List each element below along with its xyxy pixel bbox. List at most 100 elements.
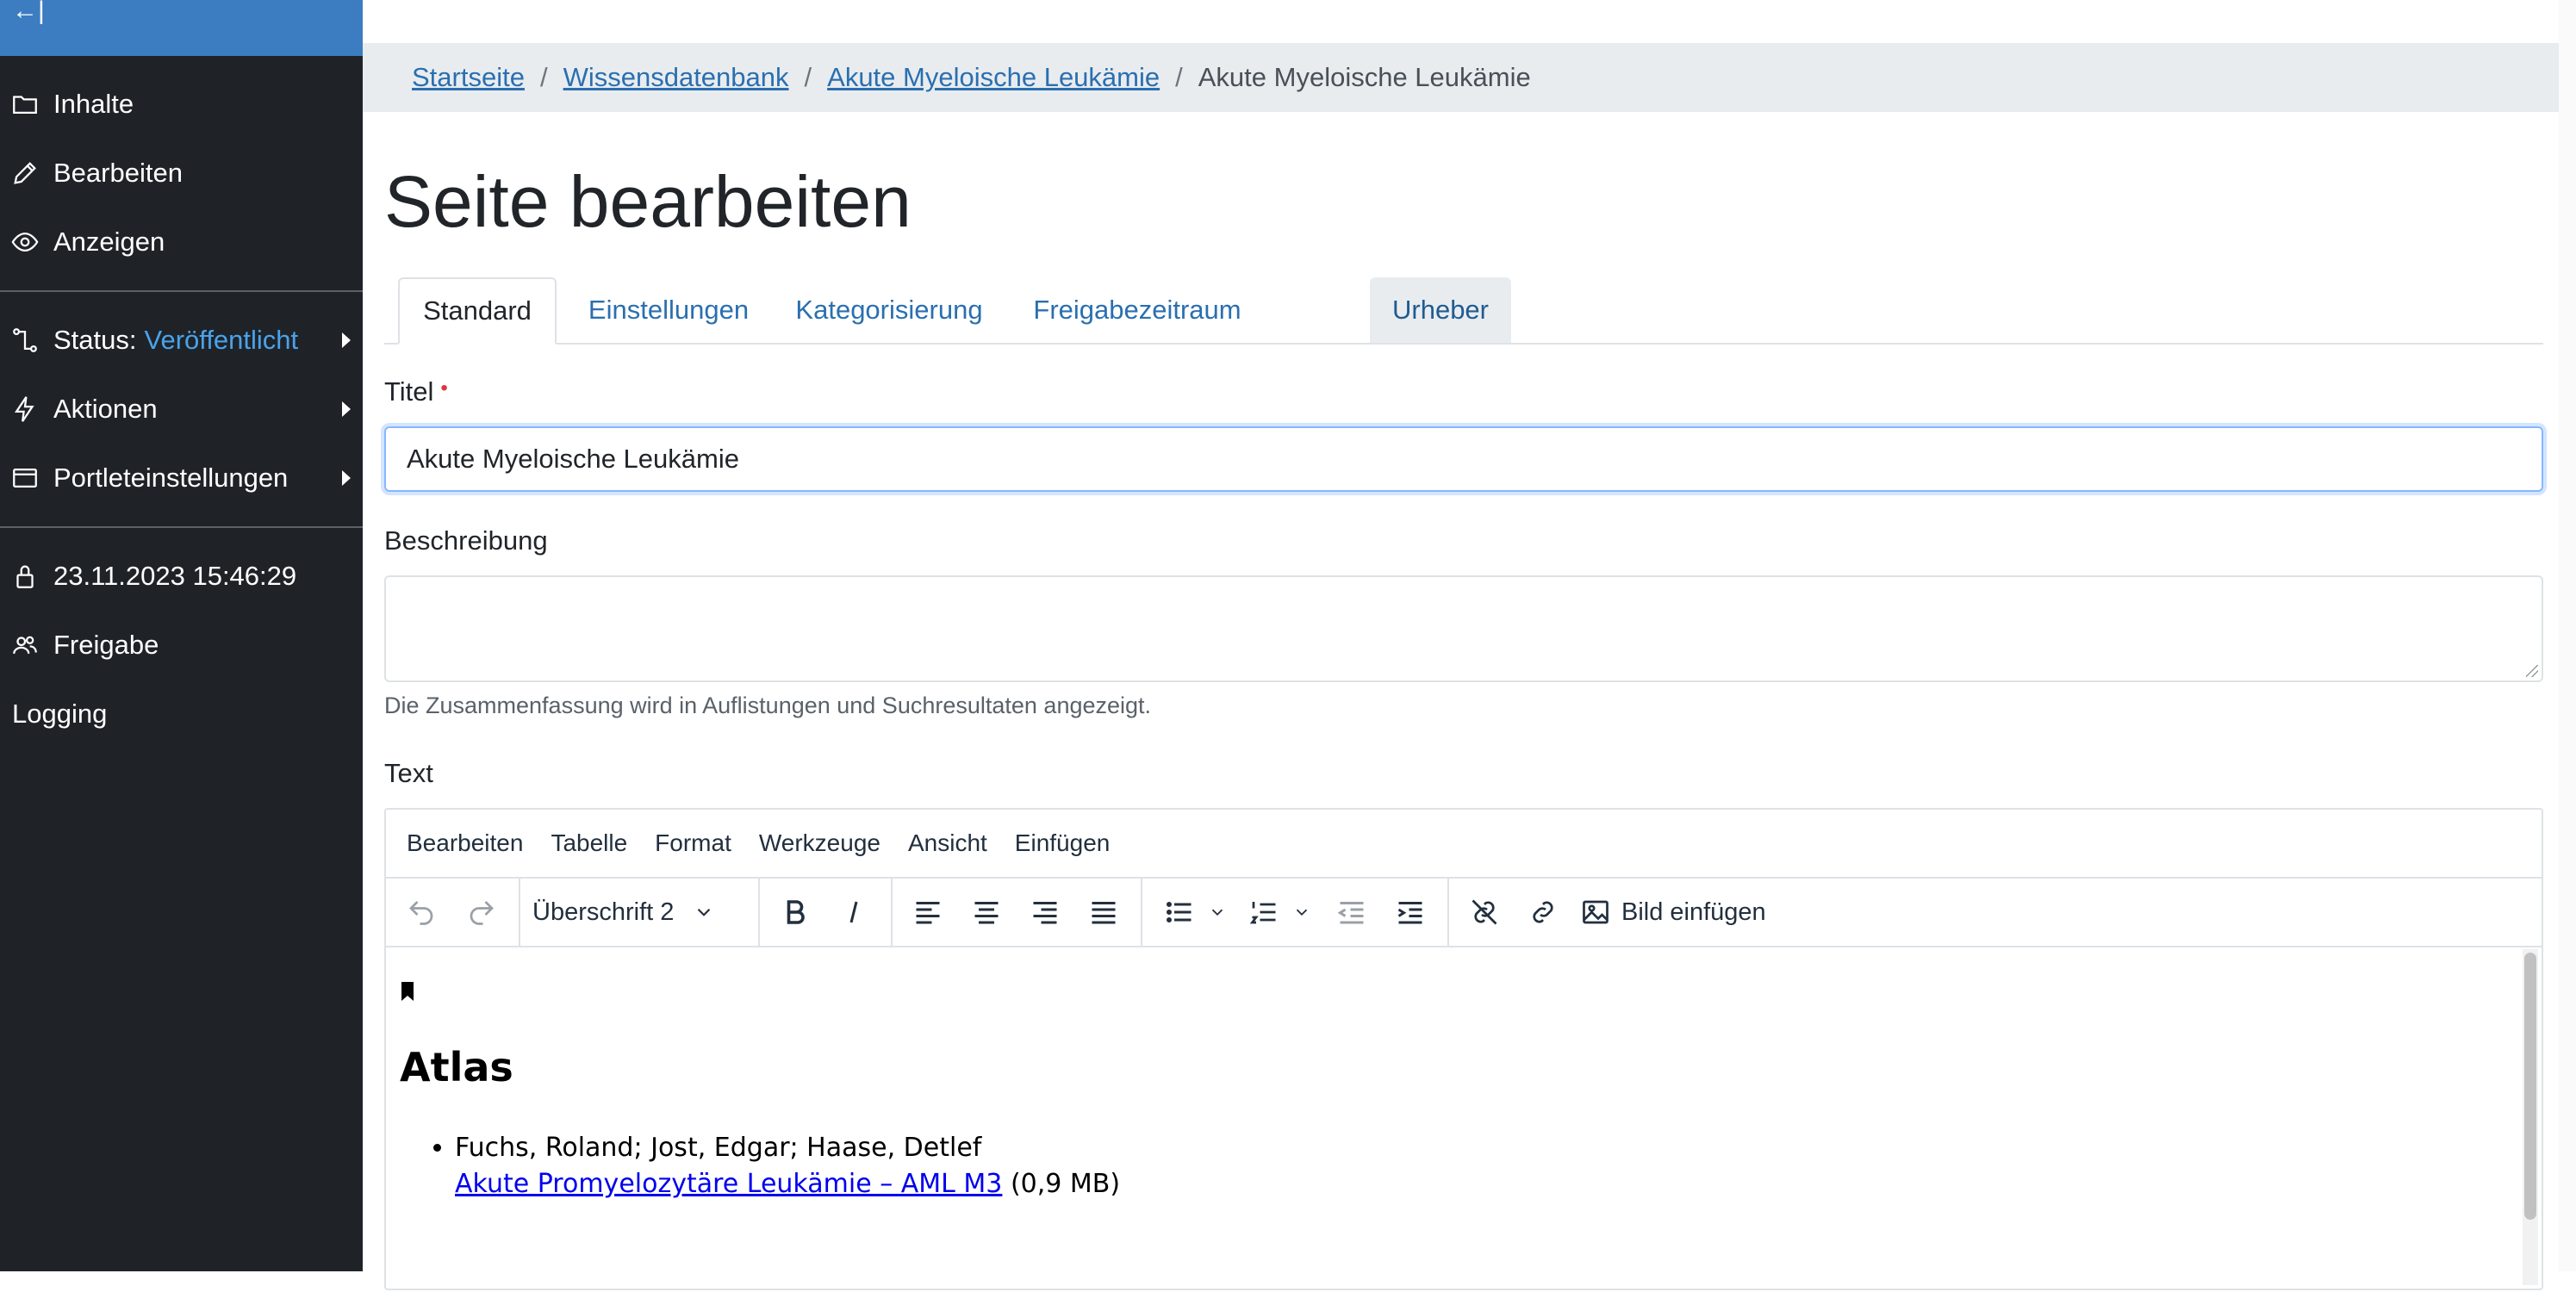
align-left-button[interactable] (906, 879, 949, 946)
sidebar-item-label: Aktionen (53, 394, 158, 424)
bullet-list-dropdown[interactable] (1204, 879, 1230, 946)
sidebar-item-freigabe[interactable]: Freigabe (0, 615, 363, 675)
menu-bearbeiten[interactable]: Bearbeiten (407, 829, 523, 857)
italic-button[interactable] (832, 879, 875, 946)
collapse-icon: ←| (12, 0, 45, 25)
title-input[interactable]: Akute Myeloische Leukämie (384, 426, 2543, 492)
workflow-icon (10, 326, 40, 355)
unlink-button[interactable] (1463, 879, 1506, 946)
list-item-authors: Fuchs, Roland; Jost, Edgar; Haase, Detle… (455, 1133, 982, 1163)
bullet-list-button[interactable] (1158, 879, 1201, 946)
editor-scrollbar[interactable] (2523, 949, 2538, 1285)
sidebar-item-portleteinstellungen[interactable]: Portleteinstellungen (0, 448, 363, 508)
description-label: Beschreibung (384, 525, 548, 556)
block-format-value: Überschrift 2 (532, 898, 675, 926)
content-heading: Atlas (400, 1044, 513, 1090)
redo-button[interactable] (460, 879, 503, 946)
folder-icon (10, 90, 40, 119)
outdent-icon (1337, 902, 1364, 924)
breadcrumb-separator: / (539, 62, 548, 92)
description-textarea[interactable] (384, 575, 2543, 682)
document-link[interactable]: Akute Promyelozytäre Leukämie – AML M3 (455, 1169, 1002, 1199)
sidebar-divider (0, 290, 363, 292)
tab-freigabezeitraum[interactable]: Freigabezeitraum (1015, 277, 1260, 343)
tab-bar: Standard Einstellungen Kategorisierung F… (384, 277, 2543, 345)
bookmark-icon (401, 982, 414, 1001)
sidebar-item-bearbeiten[interactable]: Bearbeiten (0, 143, 363, 203)
lightning-icon (10, 394, 40, 424)
breadcrumb-link-startseite[interactable]: Startseite (412, 62, 525, 93)
breadcrumb-separator: / (1175, 62, 1183, 92)
numbered-list-dropdown[interactable] (1289, 879, 1315, 946)
sidebar-item-status[interactable]: Status: Veröffentlicht (0, 310, 363, 370)
align-right-icon (1033, 902, 1057, 924)
sidebar-item-label: Logging (12, 699, 108, 729)
chevron-down-icon (1211, 909, 1223, 916)
toolbar-separator (519, 879, 520, 946)
sidebar-item-lock[interactable]: 23.11.2023 15:46:29 (0, 546, 363, 606)
breadcrumb: Startseite / Wissensdatenbank / Akute My… (363, 43, 2568, 112)
numbered-list-icon (1249, 902, 1276, 924)
editor-scrollbar-thumb[interactable] (2524, 953, 2536, 1220)
sidebar-item-label: Status: (53, 325, 137, 355)
breadcrumb-separator: / (804, 62, 812, 92)
sidebar-item-label: Freigabe (53, 630, 159, 660)
content-list: Fuchs, Roland; Jost, Edgar; Haase, Detle… (429, 1130, 1120, 1202)
indent-button[interactable] (1389, 879, 1432, 946)
sidebar-item-inhalte[interactable]: Inhalte (0, 74, 363, 134)
insert-image-button[interactable]: Bild einfügen (1580, 879, 1778, 946)
collapse-sidebar-button[interactable]: ←| (0, 0, 363, 56)
breadcrumb-link-wissensdatenbank[interactable]: Wissensdatenbank (563, 62, 789, 93)
toolbar-separator (891, 879, 893, 946)
align-center-button[interactable] (965, 879, 1008, 946)
chevron-down-icon (1296, 909, 1308, 916)
text-label: Text (384, 758, 433, 788)
insert-image-label: Bild einfügen (1621, 898, 1766, 926)
file-size: (0,9 MB) (1010, 1169, 1121, 1199)
align-left-icon (916, 902, 940, 924)
sidebar-item-label: Bearbeiten (53, 158, 183, 188)
breadcrumb-link-aml[interactable]: Akute Myeloische Leukämie (827, 62, 1160, 93)
align-justify-icon (1092, 902, 1116, 924)
menu-ansicht[interactable]: Ansicht (908, 829, 987, 857)
link-icon (1533, 901, 1553, 923)
align-justify-button[interactable] (1082, 879, 1125, 946)
editor-menubar: Bearbeiten Tabelle Format Werkzeuge Ansi… (386, 810, 2542, 879)
page-scrollbar[interactable] (2559, 0, 2576, 1271)
tab-urheber[interactable]: Urheber (1370, 277, 1511, 343)
menu-einfuegen[interactable]: Einfügen (1015, 829, 1111, 857)
caret-right-icon (342, 401, 351, 417)
editor-content-area[interactable]: Atlas Fuchs, Roland; Jost, Edgar; Haase,… (386, 947, 2514, 1292)
users-icon (10, 630, 40, 660)
sidebar-divider (0, 526, 363, 528)
sidebar-item-logging[interactable]: Logging (0, 684, 363, 744)
indent-icon (1397, 902, 1422, 924)
toolbar-separator (758, 879, 760, 946)
sidebar-item-anzeigen[interactable]: Anzeigen (0, 212, 363, 272)
menu-tabelle[interactable]: Tabelle (551, 829, 627, 857)
link-button[interactable] (1521, 879, 1565, 946)
outdent-button[interactable] (1330, 879, 1373, 946)
required-marker: • (440, 376, 448, 400)
menu-werkzeuge[interactable]: Werkzeuge (759, 829, 880, 857)
resize-handle-icon[interactable] (2526, 665, 2538, 677)
breadcrumb-current: Akute Myeloische Leukämie (1198, 62, 1531, 92)
align-right-button[interactable] (1024, 879, 1067, 946)
description-help-text: Die Zusammenfassung wird in Auflistungen… (384, 693, 1152, 718)
block-format-select[interactable]: Überschrift 2 (532, 879, 739, 946)
tab-kategorisierung[interactable]: Kategorisierung (777, 277, 1001, 343)
undo-button[interactable] (400, 879, 443, 946)
sidebar-item-label: 23.11.2023 15:46:29 (53, 561, 297, 591)
bullet-list-icon (1167, 902, 1192, 922)
bold-button[interactable] (774, 879, 817, 946)
undo-icon (409, 901, 433, 925)
title-input-value: Akute Myeloische Leukämie (407, 444, 739, 474)
sidebar-item-label: Inhalte (53, 89, 134, 119)
tab-einstellungen[interactable]: Einstellungen (574, 277, 763, 343)
caret-right-icon (342, 332, 351, 348)
tab-standard[interactable]: Standard (398, 277, 557, 345)
lock-icon (10, 562, 40, 591)
sidebar-item-aktionen[interactable]: Aktionen (0, 379, 363, 439)
numbered-list-button[interactable] (1242, 879, 1285, 946)
menu-format[interactable]: Format (655, 829, 731, 857)
